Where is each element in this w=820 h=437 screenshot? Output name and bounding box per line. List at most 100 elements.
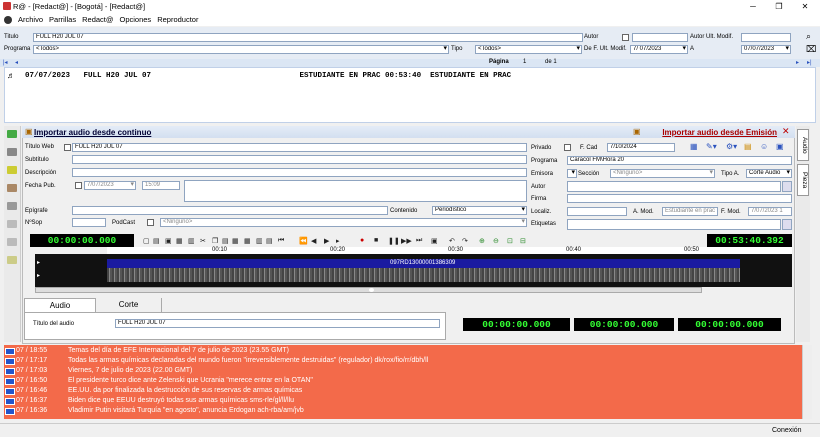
nsop-input[interactable] <box>72 218 106 227</box>
fecha-pub-checkbox[interactable] <box>75 182 82 189</box>
redo-icon[interactable]: ↷ <box>462 237 468 245</box>
localiz-input[interactable] <box>567 207 627 216</box>
side-tab-audio[interactable]: Audio <box>797 129 809 161</box>
news-row[interactable]: 07 / 16:50 El presidente turco dice ante … <box>4 377 802 386</box>
news-row[interactable]: 07 / 17:17 Todas las armas químicas decla… <box>4 357 802 366</box>
note-icon[interactable] <box>7 256 17 264</box>
minimize-button[interactable]: ─ <box>740 0 766 13</box>
tab-corte[interactable]: Corte <box>96 298 162 312</box>
import-emision-link[interactable]: Importar audio desde Emisión <box>662 128 777 137</box>
fcad-input[interactable]: 7/10/2024 <box>607 143 675 152</box>
titulo-audio-input[interactable]: FULL H20 JUL 07 <box>115 319 440 328</box>
users-icon[interactable]: ☺ <box>760 142 768 151</box>
etiquetas-scroll[interactable] <box>782 219 792 230</box>
loop-icon[interactable]: ▣ <box>431 237 438 245</box>
open-icon[interactable]: ▤ <box>153 237 160 245</box>
save-icon[interactable] <box>7 166 17 174</box>
record-icon[interactable]: ● <box>360 237 364 244</box>
audio-clip[interactable]: 097RD13000001386309 <box>107 259 740 268</box>
seccion-select[interactable]: <Ninguno> <box>610 169 715 178</box>
track-play-icon[interactable]: ▸ <box>37 259 40 266</box>
rewind-icon[interactable]: ⏪ <box>299 237 308 245</box>
autor-checkbox[interactable] <box>622 34 629 41</box>
timeline-scrollbar[interactable] <box>35 287 702 293</box>
tab-audio[interactable]: Audio <box>24 298 96 312</box>
folder-icon[interactable] <box>7 184 17 192</box>
mix-icon[interactable]: ▦ <box>244 237 251 245</box>
emisora-select[interactable] <box>567 169 577 178</box>
undo-icon[interactable]: ↶ <box>449 237 455 245</box>
news-row[interactable]: 07 / 16:36 Vladimir Putin visitará Turquí… <box>4 407 802 416</box>
tipo-filter-select[interactable]: <Todos> <box>475 45 582 54</box>
open-folder-icon[interactable]: ▤ <box>744 142 752 151</box>
close-button[interactable]: ✕ <box>792 0 818 13</box>
maximize-button[interactable]: ❐ <box>766 0 792 13</box>
podcast-checkbox[interactable] <box>147 219 154 226</box>
first-page-icon[interactable]: |◂ <box>3 59 8 66</box>
zoom-sel-icon[interactable]: ⊟ <box>520 237 526 245</box>
programa-input[interactable]: Caracol FM\Hora 20 <box>567 156 792 165</box>
last-page-icon[interactable]: ▸| <box>807 59 812 66</box>
stop-icon[interactable]: ■ <box>374 237 378 244</box>
delete-icon[interactable] <box>7 238 17 246</box>
first-icon[interactable]: ⏮ <box>278 237 284 245</box>
fecha-pub-notes[interactable] <box>184 180 527 202</box>
titulo-filter-input[interactable]: FULL H20 JUL 07 <box>33 33 583 42</box>
de-fecha-input[interactable]: 7/ 07/2023 <box>630 45 688 54</box>
news-row[interactable]: 07 / 16:46 EE.UU. da por finalizada la de… <box>4 387 802 396</box>
podcast-select[interactable]: <Ninguno> <box>160 218 527 227</box>
copy-icon[interactable] <box>7 202 17 210</box>
page-number[interactable]: 1 <box>523 59 526 65</box>
autor-scroll[interactable] <box>782 181 792 192</box>
news-scrollbar[interactable] <box>802 345 812 419</box>
calendar-icon[interactable]: ▦ <box>690 142 698 151</box>
next-page-icon[interactable]: ▸ <box>796 59 799 66</box>
firma-input[interactable] <box>567 194 792 203</box>
news-row[interactable]: 07 / 17:03 Viernes, 7 de julio de 2023 (2… <box>4 367 802 376</box>
hora-pub-input[interactable]: 15:09 <box>142 181 180 190</box>
menu-redacta[interactable]: Redact@ <box>82 15 113 24</box>
autor-ult-input[interactable] <box>741 33 791 42</box>
side-tab-pieza[interactable]: Pieza <box>797 164 809 196</box>
clear-icon[interactable]: ⌧ <box>806 44 816 55</box>
scroll-thumb[interactable] <box>369 288 374 292</box>
autor-filter-input[interactable] <box>632 33 688 42</box>
a-fecha-input[interactable]: 07/07/2023 <box>741 45 791 54</box>
paste-icon[interactable]: ▤ <box>222 237 229 245</box>
privado-checkbox[interactable] <box>564 144 571 151</box>
zoom-fit-icon[interactable]: ⊡ <box>507 237 513 245</box>
play-icon[interactable]: ▶ <box>324 237 329 245</box>
menu-archivo[interactable]: Archivo <box>18 15 43 24</box>
grid-icon[interactable]: ▥ <box>188 237 195 245</box>
list-item[interactable]: 07/07/2023 FULL H20 JUL 07 ESTUDIANTE EN… <box>25 72 511 80</box>
back-icon[interactable]: ◀ <box>311 237 316 245</box>
contenido-select[interactable]: Periodístico <box>432 206 527 215</box>
tipo-a-select[interactable]: Corte Audio <box>746 169 792 178</box>
new-icon[interactable] <box>7 130 17 138</box>
filter-icon[interactable]: ⚙▾ <box>726 142 737 151</box>
search-icon[interactable]: ⌕ <box>806 31 811 42</box>
titulo-web-checkbox[interactable] <box>64 144 71 151</box>
copy-audio-icon[interactable]: ❐ <box>212 237 218 245</box>
new-file-icon[interactable]: ▢ <box>143 237 150 245</box>
export-icon[interactable]: ▦ <box>176 237 183 245</box>
zoom-out-icon[interactable]: ⊖ <box>493 237 499 245</box>
forward-icon[interactable]: ▶▶ <box>401 237 412 245</box>
waveform[interactable]: ▸ ▸ 097RD13000001386309 <box>35 254 792 287</box>
marker-icon[interactable]: ▥ <box>256 237 263 245</box>
edit-icon[interactable] <box>7 148 17 156</box>
flag-icon[interactable]: ▤ <box>266 237 273 245</box>
menu-parrillas[interactable]: Parrillas <box>49 15 76 24</box>
prev-page-icon[interactable]: ◂ <box>15 59 18 66</box>
edit-tags-icon[interactable]: ✎▾ <box>706 142 717 151</box>
step-icon[interactable]: ▸ <box>336 237 340 245</box>
pause-icon[interactable]: ❚❚ <box>388 237 400 245</box>
close-panel-icon[interactable]: ✕ <box>782 126 790 137</box>
fecha-pub-input[interactable]: 7/07/2023 <box>84 181 136 190</box>
next-icon[interactable]: ⏭ <box>416 237 422 245</box>
track-play-icon[interactable]: ▸ <box>37 272 40 279</box>
programa-filter-select[interactable]: <Todos> <box>33 45 449 54</box>
descripcion-input[interactable] <box>72 168 527 177</box>
etiquetas-input[interactable] <box>567 219 781 230</box>
print-icon[interactable] <box>7 220 17 228</box>
